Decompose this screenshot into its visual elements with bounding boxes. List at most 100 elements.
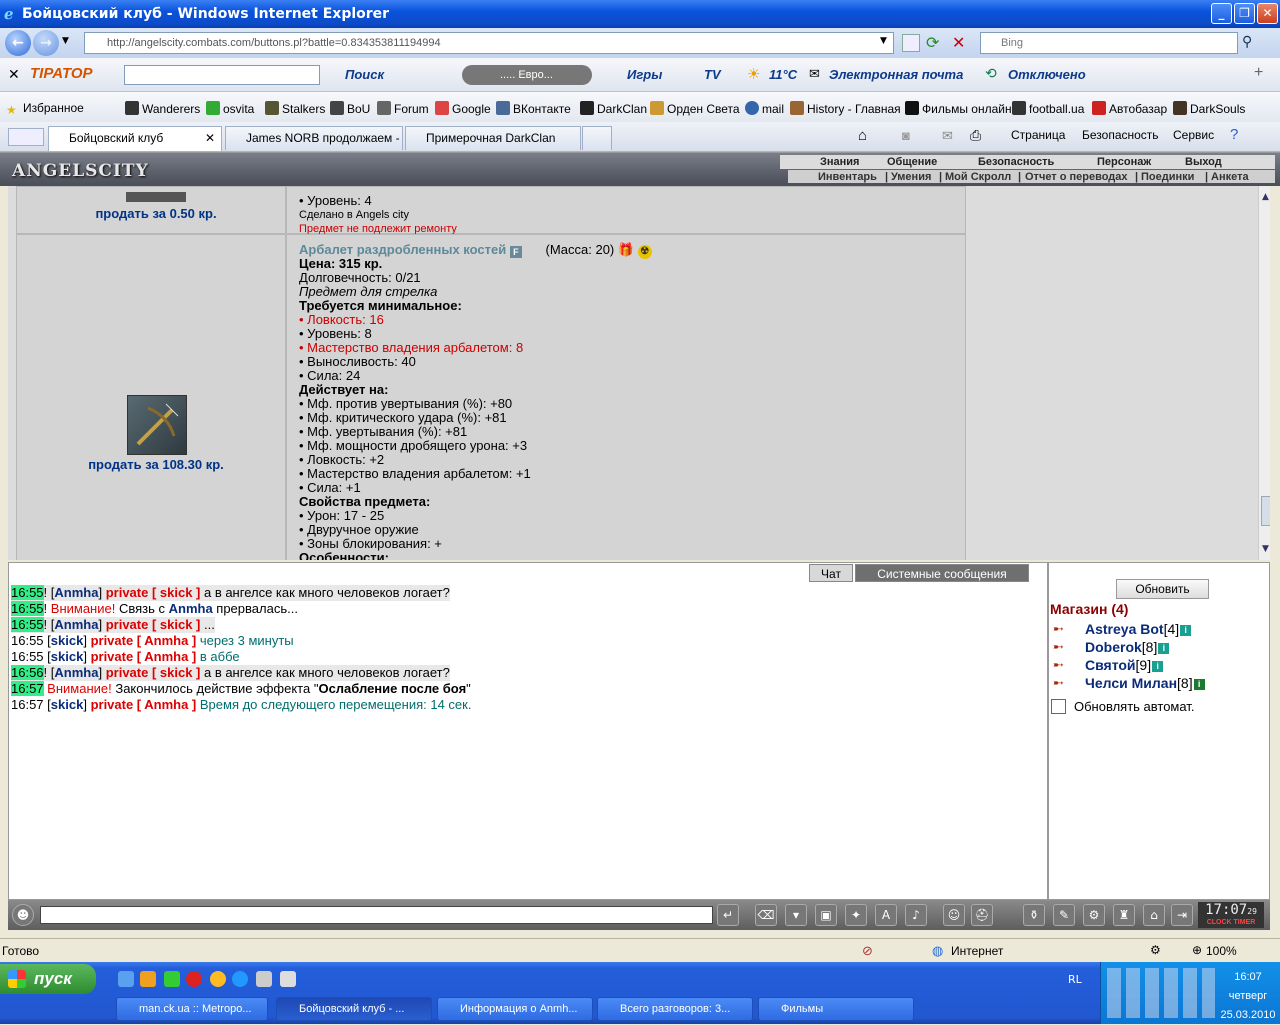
user-link[interactable]: Челси Милан[8] i [1085,675,1205,691]
chat-nick[interactable]: Anmha [54,665,98,680]
chat-timestamp[interactable]: 16:55 [11,601,44,616]
fighter-icon[interactable]: ✦ [845,904,867,926]
chat-private-tag[interactable]: private [ Anmha ] [91,649,197,664]
refresh-icon[interactable]: ⟳ [926,33,939,52]
user-name[interactable]: Astreya Bot [1085,621,1164,637]
opera-quicklaunch-icon[interactable] [186,971,202,987]
task-fight-club[interactable]: Бойцовский клуб - ... [276,997,432,1021]
user-link[interactable]: Святой[9] i [1085,657,1164,673]
user-link[interactable]: Doberok[8] i [1085,639,1170,655]
private-msg-icon[interactable]: ➸ [1053,622,1073,635]
helmet-icon[interactable]: ⛑ [971,904,993,926]
chat-nick[interactable]: Anmha [54,585,98,600]
fav-google[interactable]: Google [435,101,491,116]
vertical-scrollbar[interactable]: ▲ ▼ [1258,186,1270,560]
scroll-down-icon[interactable]: ▼ [1262,544,1269,554]
tab-system-messages[interactable]: Системные сообщения [855,564,1029,582]
tab-chat[interactable]: Чат [809,564,853,582]
smiles-icon[interactable]: ☺ [943,904,965,926]
chat-nick[interactable]: skick [51,649,84,664]
icq-quicklaunch-icon[interactable] [164,971,180,987]
chat-timestamp[interactable]: 16:57 [11,681,44,696]
minimize-button[interactable]: _ [1211,3,1232,24]
home-game-icon[interactable]: ⌂ [1143,904,1165,926]
private-msg-icon[interactable]: ➸ [1053,640,1073,653]
menu-transfer-report[interactable]: Отчет о переводах [1025,171,1128,183]
menu-character[interactable]: Персонаж [1097,156,1151,168]
start-button[interactable]: пуск [0,964,96,994]
language-indicator[interactable]: RL [1068,973,1082,986]
back-button[interactable]: ← [5,30,31,56]
chat-input[interactable] [40,906,713,924]
fav-orden-sveta[interactable]: Орден Света [650,101,740,116]
chat-timestamp[interactable]: 16:55 [11,617,44,632]
agent-quicklaunch-icon[interactable] [210,971,226,987]
menu-inventory[interactable]: Инвентарь [818,171,877,183]
tv-menu[interactable]: TV [704,67,721,82]
media-quicklaunch-icon[interactable] [140,971,156,987]
chat-private-tag[interactable]: private [ Anmha ] [91,697,197,712]
menu-my-scroll[interactable]: Мой Скролл [945,171,1011,183]
fav-history[interactable]: History - Главная [790,101,901,116]
skype-quicklaunch-icon[interactable] [232,971,248,987]
close-toolbar-icon[interactable]: ✕ [8,66,20,83]
search-icon[interactable]: ⚲ [1242,34,1252,50]
user-name[interactable]: Doberok [1085,639,1142,655]
menu-knowledge[interactable]: Знания [820,156,859,168]
tiratop-logo[interactable]: TIPATOP [30,65,93,82]
user-link[interactable]: Astreya Bot[4] i [1085,621,1192,637]
rss-icon[interactable]: ◙ [902,128,910,143]
menu-communication[interactable]: Общение [887,156,937,168]
chat-timestamp[interactable]: 16:56 [11,665,44,680]
fav-films-online[interactable]: Фильмы онлайн [905,101,1012,116]
zoom-icon[interactable]: ⊕ [1192,943,1202,957]
user-name[interactable]: Святой [1085,657,1136,673]
fav-forum[interactable]: Forum [377,101,429,116]
scroll-thumb[interactable] [1261,496,1270,526]
gear-icon[interactable]: ⚙ [1083,904,1105,926]
fav-mail[interactable]: mail [745,101,784,116]
info-icon[interactable]: i [1158,643,1170,654]
tab-fight-club[interactable]: Бойцовский клуб ✕ [48,126,222,151]
chat-timestamp[interactable]: 16:57 [11,697,44,712]
chat-timestamp[interactable]: 16:55 [11,633,44,648]
chat-private-tag[interactable]: private [ Anmha ] [91,633,197,648]
task-conversations[interactable]: Всего разговоров: 3... [597,997,753,1021]
chat-nick[interactable]: skick [51,697,84,712]
scroll-up-icon[interactable]: ▲ [1262,192,1269,202]
smile-face-icon[interactable]: ☻ [12,904,34,926]
save-icon[interactable]: ▣ [815,904,837,926]
screen-quicklaunch-icon[interactable] [280,971,296,987]
fav-darkclan[interactable]: DarkClan [580,101,647,116]
url-input[interactable]: http://angelscity.combats.com/buttons.pl… [84,32,894,54]
toolbar-search-input[interactable] [124,65,320,85]
private-msg-icon[interactable]: ➸ [1053,676,1073,689]
forward-button[interactable]: → [33,30,59,56]
page-menu[interactable]: Страница [1011,128,1065,142]
info-icon[interactable]: i [1193,679,1205,690]
home-icon[interactable]: ⌂ [858,127,867,144]
tab-close-icon[interactable]: ✕ [205,127,215,149]
chat-nick[interactable]: skick [51,633,84,648]
fav-football[interactable]: football.ua [1012,101,1084,116]
auto-refresh-checkbox[interactable] [1051,699,1066,714]
maximize-button[interactable]: ❐ [1234,3,1255,24]
tab-primerochnaya[interactable]: Примерочная DarkClan [405,126,581,150]
clock-labels[interactable]: CLOCK TIMER [1198,919,1264,927]
close-button[interactable]: ✕ [1257,3,1278,24]
clock[interactable]: 16:07 четверг 25.03.2010 [1218,968,1278,1025]
quick-tabs-icon[interactable] [8,128,44,146]
crossbow-image[interactable] [127,395,187,455]
task-anmha-info[interactable]: Информация о Anmh... [437,997,593,1021]
fav-wanderers[interactable]: Wanderers [125,101,200,116]
email-menu[interactable]: Электронная почта [829,67,963,82]
bottle-icon[interactable]: ⚱ [1023,904,1045,926]
favorites-button[interactable]: ★ Избранное [6,101,84,117]
exit-icon[interactable]: ⇥ [1171,904,1193,926]
translit-icon[interactable]: A [875,904,897,926]
compat-view-icon[interactable] [902,34,920,52]
help-icon[interactable]: ? [1230,126,1238,143]
task-metropol[interactable]: man.ck.ua :: Metropo... [116,997,268,1021]
history-dropdown-icon[interactable]: ▼ [62,36,69,46]
send-icon[interactable]: ↵ [717,904,739,926]
